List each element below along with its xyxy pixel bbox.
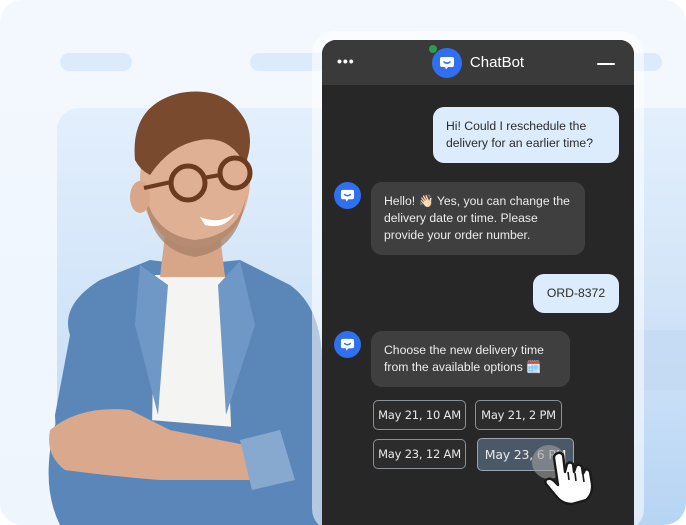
user-message: ORD-8372	[533, 274, 619, 313]
pointer-hand-icon	[544, 451, 594, 506]
user-message: Hi! Could I reschedule the delivery for …	[433, 107, 619, 163]
chat-bubble-icon	[439, 56, 454, 69]
hero-canvas: ••• ChatBot Hi! Could I reschedule the d…	[0, 0, 686, 525]
bot-avatar	[334, 182, 361, 209]
background-nav-pill	[60, 53, 132, 71]
bot-message: Choose the new delivery time from the av…	[371, 331, 570, 387]
chat-bubble-icon	[340, 338, 355, 351]
bot-message: Hello! 👋🏻 Yes, you can change the delive…	[371, 182, 585, 255]
chatbot-logo	[427, 43, 462, 78]
delivery-option-button[interactable]: May 21, 10 AM	[373, 400, 466, 430]
minimize-icon[interactable]	[597, 63, 615, 65]
person-illustration	[48, 91, 326, 525]
chat-header: ••• ChatBot	[322, 40, 634, 85]
bot-avatar	[334, 331, 361, 358]
chat-title: ChatBot	[469, 54, 525, 71]
delivery-option-button[interactable]: May 21, 2 PM	[475, 400, 562, 430]
delivery-option-button[interactable]: May 23, 12 AM	[373, 439, 466, 469]
more-dots-icon[interactable]: •••	[337, 53, 355, 69]
chat-bubble-icon	[340, 189, 355, 202]
chatbot-window: ••• ChatBot Hi! Could I reschedule the d…	[322, 40, 634, 525]
online-status-dot	[427, 43, 438, 54]
